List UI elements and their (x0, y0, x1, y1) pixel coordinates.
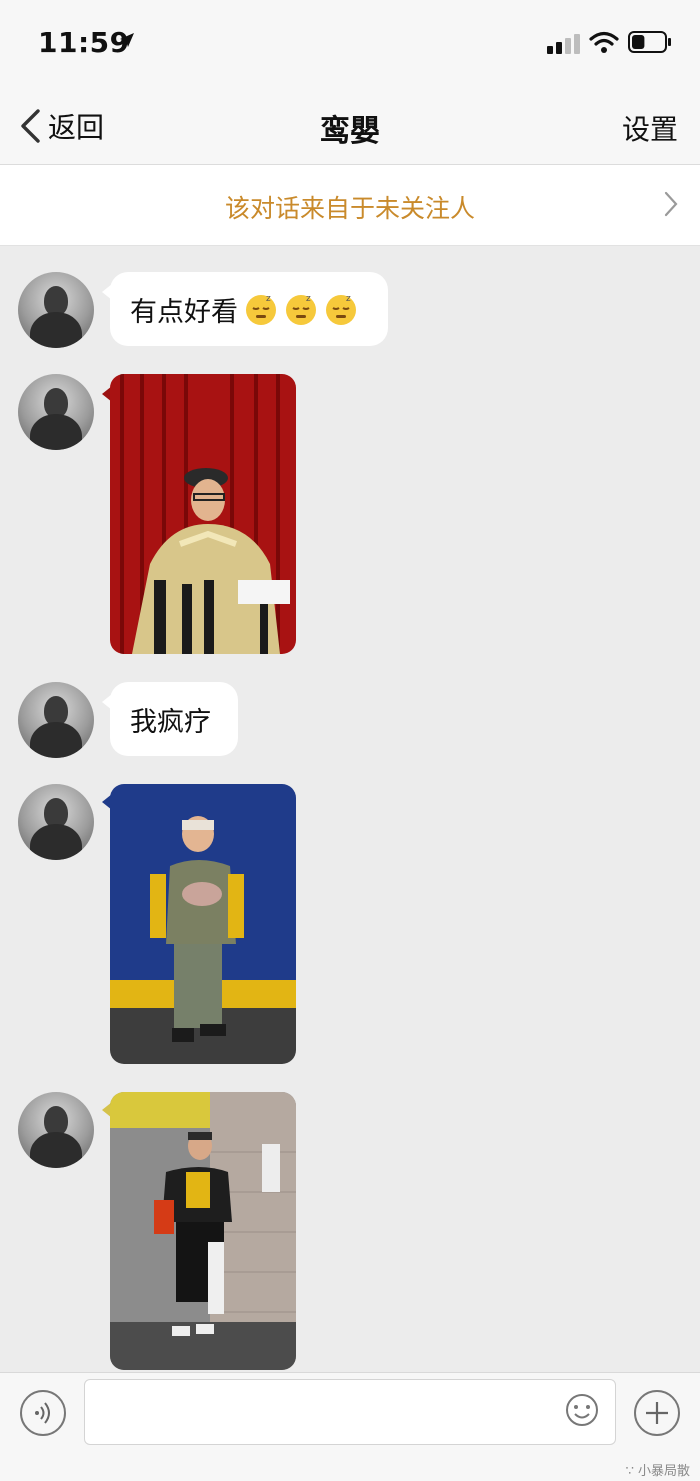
message-text: 我疯疗 (130, 706, 211, 738)
status-time: 11:59 (38, 26, 130, 59)
chat-title: 鸾嬰 (320, 114, 380, 149)
sleepy-face-emoji: z (286, 294, 316, 325)
voice-icon (35, 1402, 50, 1424)
plus-icon (646, 1402, 668, 1424)
photo-red-curtain (110, 374, 296, 654)
input-bar: ∵ 小暴局散 (0, 1372, 700, 1481)
svg-text:z: z (346, 294, 351, 304)
photo-blue-wall (110, 784, 296, 1064)
image-message[interactable] (110, 1092, 296, 1370)
message-input[interactable] (84, 1379, 616, 1445)
emoji-icon[interactable] (565, 1393, 599, 1427)
avatar[interactable] (18, 272, 94, 348)
sleepy-face-emoji: z (326, 294, 356, 325)
avatar[interactable] (18, 682, 94, 758)
avatar[interactable] (18, 374, 94, 450)
svg-text:z: z (266, 294, 271, 304)
wifi-icon (589, 31, 619, 53)
avatar[interactable] (18, 1092, 94, 1168)
svg-text:z: z (306, 294, 311, 304)
message-bubble[interactable]: 我疯疗 (102, 682, 238, 756)
stranger-notice-banner[interactable]: 该对话来自于未关注人 (0, 165, 700, 246)
message-text: 有点好看 (130, 296, 238, 328)
location-arrow-icon (120, 33, 134, 47)
battery-icon (628, 31, 671, 53)
add-attachment-button[interactable] (634, 1390, 680, 1436)
notice-text: 该对话来自于未关注人 (224, 194, 475, 223)
message-bubble[interactable]: 有点好看 z z z (102, 272, 388, 346)
watermark: ∵ 小暴局散 (625, 1464, 690, 1479)
nav-bar: 返回 鸾嬰 设置 (0, 88, 700, 165)
voice-input-button[interactable] (20, 1390, 66, 1436)
avatar[interactable] (18, 784, 94, 860)
photo-street-wall (110, 1092, 296, 1370)
settings-button[interactable]: 设置 (622, 108, 678, 148)
sleepy-face-emoji: z (246, 294, 276, 325)
chevron-right-icon (664, 191, 678, 217)
image-message[interactable] (110, 784, 296, 1064)
image-message[interactable] (110, 374, 296, 654)
status-bar: 11:59 (0, 0, 700, 88)
cellular-signal-icon (547, 32, 581, 54)
